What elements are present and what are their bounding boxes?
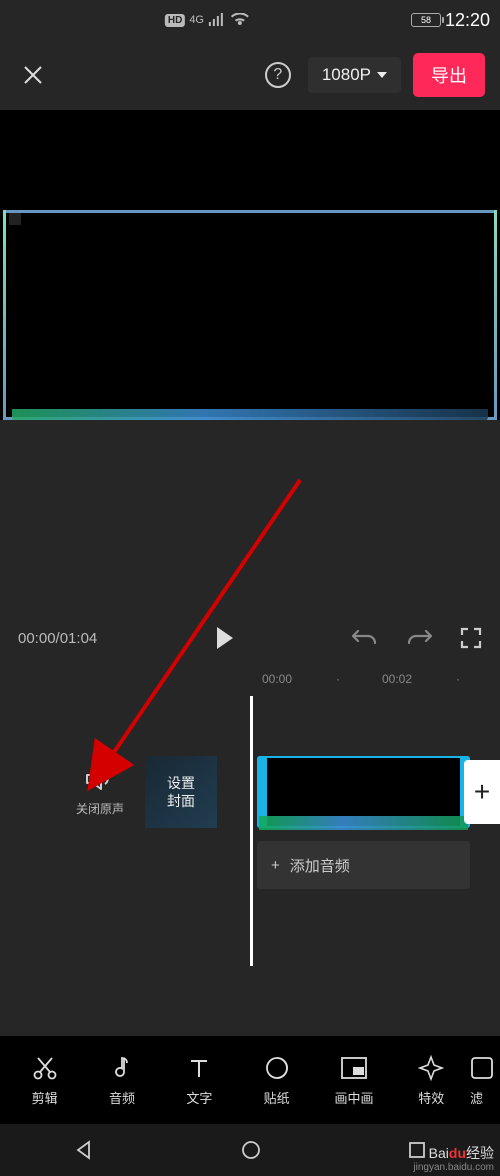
status-bar: HD 4G 58 12:20 <box>0 0 500 40</box>
status-right: 58 12:20 <box>411 10 490 31</box>
tool-label: 剪辑 <box>32 1088 58 1107</box>
system-nav-bar: Baidu经验 jingyan.baidu.com <box>0 1124 500 1176</box>
redo-icon <box>406 627 432 649</box>
time-display: 00:00/01:04 <box>18 630 97 647</box>
close-icon <box>21 63 45 87</box>
video-preview[interactable] <box>6 210 494 420</box>
tool-label: 特效 <box>418 1088 444 1107</box>
resolution-label: 1080P <box>322 65 371 85</box>
tool-audio[interactable]: 音频 <box>83 1054 160 1107</box>
chevron-down-icon <box>377 72 387 78</box>
top-toolbar: ? 1080P 导出 <box>0 40 500 110</box>
tool-label: 贴纸 <box>264 1088 290 1107</box>
set-cover-button[interactable]: 设置 封面 <box>145 756 217 828</box>
speaker-icon <box>85 766 115 792</box>
crop-icon <box>9 213 21 225</box>
tool-label: 音频 <box>109 1088 135 1107</box>
signal-icon <box>208 13 226 27</box>
redo-button[interactable] <box>406 627 432 649</box>
tool-filter[interactable]: 滤 <box>470 1054 494 1107</box>
close-button[interactable] <box>15 57 51 93</box>
tool-label: 画中画 <box>334 1088 373 1107</box>
tool-text[interactable]: 文字 <box>161 1054 238 1107</box>
nav-back[interactable] <box>73 1139 95 1161</box>
nav-home[interactable] <box>240 1139 262 1161</box>
filter-icon <box>470 1054 494 1082</box>
tool-effects[interactable]: 特效 <box>393 1054 470 1107</box>
ruler-tick: 00:02 <box>382 672 412 686</box>
cover-label: 设置 封面 <box>167 774 195 810</box>
watermark: Baidu经验 jingyan.baidu.com <box>413 1145 494 1174</box>
ruler-dot: · <box>456 672 460 686</box>
tool-sticker[interactable]: 贴纸 <box>238 1054 315 1107</box>
add-clip-button[interactable]: + <box>464 760 500 824</box>
plus-icon: + <box>271 857 280 874</box>
tool-label: 文字 <box>186 1088 212 1107</box>
clock: 12:20 <box>445 10 490 31</box>
video-clip[interactable] <box>257 756 470 828</box>
music-note-icon <box>110 1054 134 1082</box>
tool-pip[interactable]: 画中画 <box>315 1054 392 1107</box>
preview-area <box>0 110 500 420</box>
undo-button[interactable] <box>352 627 378 649</box>
play-button[interactable] <box>217 627 233 649</box>
playback-controls: 00:00/01:04 <box>0 610 500 666</box>
play-icon <box>217 627 233 649</box>
fullscreen-icon <box>460 627 482 649</box>
sticker-icon <box>264 1054 290 1082</box>
battery-indicator: 58 <box>411 13 441 27</box>
text-icon <box>187 1054 211 1082</box>
export-button[interactable]: 导出 <box>413 53 485 97</box>
app-root: HD 4G 58 12:20 ? 1080P 导出 <box>0 0 500 1111</box>
add-audio-label: 添加音频 <box>290 855 350 876</box>
help-button[interactable]: ? <box>260 57 296 93</box>
resolution-dropdown[interactable]: 1080P <box>308 57 401 93</box>
time-ruler[interactable]: 00:00 · 00:02 · <box>0 666 500 696</box>
status-left: HD 4G <box>165 13 250 27</box>
clip-thumbstrip <box>259 816 468 830</box>
hd-badge: HD <box>165 14 185 27</box>
fullscreen-button[interactable] <box>460 627 482 649</box>
tool-label: 滤 <box>470 1088 483 1107</box>
tool-edit[interactable]: 剪辑 <box>6 1054 83 1107</box>
mid-gap <box>0 420 500 610</box>
undo-icon <box>352 627 378 649</box>
triangle-back-icon <box>73 1139 95 1161</box>
help-icon: ? <box>265 62 291 88</box>
pip-icon <box>340 1054 368 1082</box>
add-audio-row[interactable]: + 添加音频 <box>257 841 470 889</box>
mute-label: 关闭原声 <box>70 800 130 817</box>
timeline[interactable]: 关闭原声 设置 封面 + + 添加音频 <box>0 696 500 966</box>
wifi-icon <box>230 13 250 27</box>
mute-original-audio[interactable]: 关闭原声 <box>70 766 130 817</box>
circle-home-icon <box>240 1139 262 1161</box>
network-indicator: 4G <box>189 14 204 26</box>
ruler-dot: · <box>336 672 340 686</box>
sparkle-icon <box>418 1054 444 1082</box>
scissors-icon <box>32 1054 58 1082</box>
ruler-tick: 00:00 <box>262 672 292 686</box>
playhead[interactable] <box>250 696 253 966</box>
gap <box>0 966 500 1036</box>
